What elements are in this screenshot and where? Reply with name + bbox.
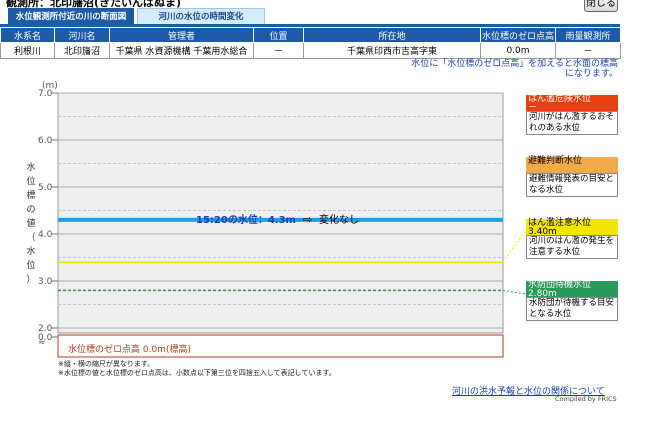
cell-rain-station: － (555, 42, 621, 59)
y-axis-label-char: の (26, 205, 35, 215)
legend-title: はん濫危険水位 (528, 94, 592, 104)
elevation-note-line2: になります。 (564, 69, 618, 79)
table-row: 利根川 北印旛沼 千葉県 水資源機構 千葉用水総合 － 千葉県印西市吉高字東 0… (0, 42, 621, 59)
header-cell-manager: 管理者 (109, 27, 254, 43)
legend-item-3-description: 河川のはん濫の発生を注意する水位 (526, 235, 618, 259)
axis-break-symbol: ≈ (38, 338, 46, 348)
cell-position: － (253, 42, 304, 59)
chart-plot-area (57, 92, 504, 334)
legend-item-2-description: 避難情報発表の目安となる水位 (526, 173, 618, 197)
legend-item-1-header: はん濫危険水位－ (526, 94, 618, 113)
threshold-connector (502, 229, 527, 263)
footnotes: ※縦・横の縮尺が異なります。 ※水位標の値と水位標のゼロ点高は、小数点以下第三位… (58, 360, 336, 378)
cell-zero-point: 0.0m (480, 42, 556, 59)
y-tick-label: 4.0 (38, 230, 53, 240)
elevation-note: 水位に「水位標のゼロ点高」を加えると水面の標高 になります。 (411, 59, 618, 79)
footnote-1: ※縦・横の縮尺が異なります。 (58, 360, 155, 368)
header-cell-river-name: 河川名 (54, 27, 110, 43)
legend-item-1-description: 河川がはん濫するおそれのある水位 (526, 111, 618, 135)
y-tick-labels: 7.06.05.04.03.02.00.0 (38, 89, 58, 343)
y-axis-label-char: 位 (26, 259, 35, 271)
frics-credit: Compiled by FRICS (555, 395, 617, 403)
y-axis-label-char: 標 (26, 189, 35, 201)
legend-item-3-header: はん濫注意水位 3.40m (526, 219, 618, 237)
footnote-2: ※水位標の値と水位標のゼロ点高は、小数点以下第三位を四捨五入して表記しています。 (58, 369, 336, 377)
cell-address: 千葉県印西市吉高字東 (303, 42, 481, 59)
cell-river-name: 北印旛沼 (54, 42, 110, 59)
legend-item-2-header: 避難判断水位 (526, 157, 618, 173)
header-cell-zero-point: 水位標のゼロ点高 (480, 27, 556, 43)
y-tick-label: 6.0 (38, 136, 53, 146)
y-unit-label: (m) (42, 81, 58, 91)
cell-river-system: 利根川 (0, 42, 55, 59)
y-axis-label-char: （ (26, 232, 35, 243)
station-info-table: 水系名 河川名 管理者 位置 所在地 水位標のゼロ点高 雨量観測所 利根川 北印… (0, 27, 621, 59)
header-cell-address: 所在地 (303, 27, 481, 43)
zero-point-label: 水位標のゼロ点高 0.0m(標高) (68, 343, 191, 355)
legend-item-4-description: 水防団が待機する目安となる水位 (526, 297, 618, 321)
y-axis-label-char: 水 (26, 161, 35, 173)
trend-arrow-icon: ⇨ (303, 213, 312, 226)
table-header-row: 水系名 河川名 管理者 位置 所在地 水位標のゼロ点高 雨量観測所 (0, 27, 621, 43)
close-button[interactable]: 閉じる (584, 0, 618, 12)
header-cell-rain-station: 雨量観測所 (555, 27, 621, 43)
threshold-connector (502, 289, 527, 295)
legend-item-4-header: 水防団待機水位 2.80m (526, 281, 618, 299)
legend-title: 避難判断水位 (528, 156, 583, 166)
y-tick-label: 3.0 (38, 277, 53, 287)
header-cell-position: 位置 (253, 27, 304, 43)
y-axis-label: 水位標の値（水位） (26, 161, 35, 285)
cell-manager: 千葉県 水資源機構 千葉用水総合 (109, 42, 254, 59)
current-level-label: 15:20の水位：4.3m (196, 213, 296, 226)
y-tick-label: 5.0 (38, 183, 53, 193)
y-axis-label-char: 水 (26, 245, 35, 257)
y-axis-label-char: 位 (26, 175, 35, 187)
y-axis-label-char: 値 (26, 217, 35, 229)
trend-label: 変化なし (319, 213, 359, 226)
elevation-note-line1: 水位に「水位標のゼロ点高」を加えると水面の標高 (411, 59, 618, 69)
header-cell-river-system: 水系名 (0, 27, 55, 43)
y-axis-label-char: ） (26, 274, 35, 285)
